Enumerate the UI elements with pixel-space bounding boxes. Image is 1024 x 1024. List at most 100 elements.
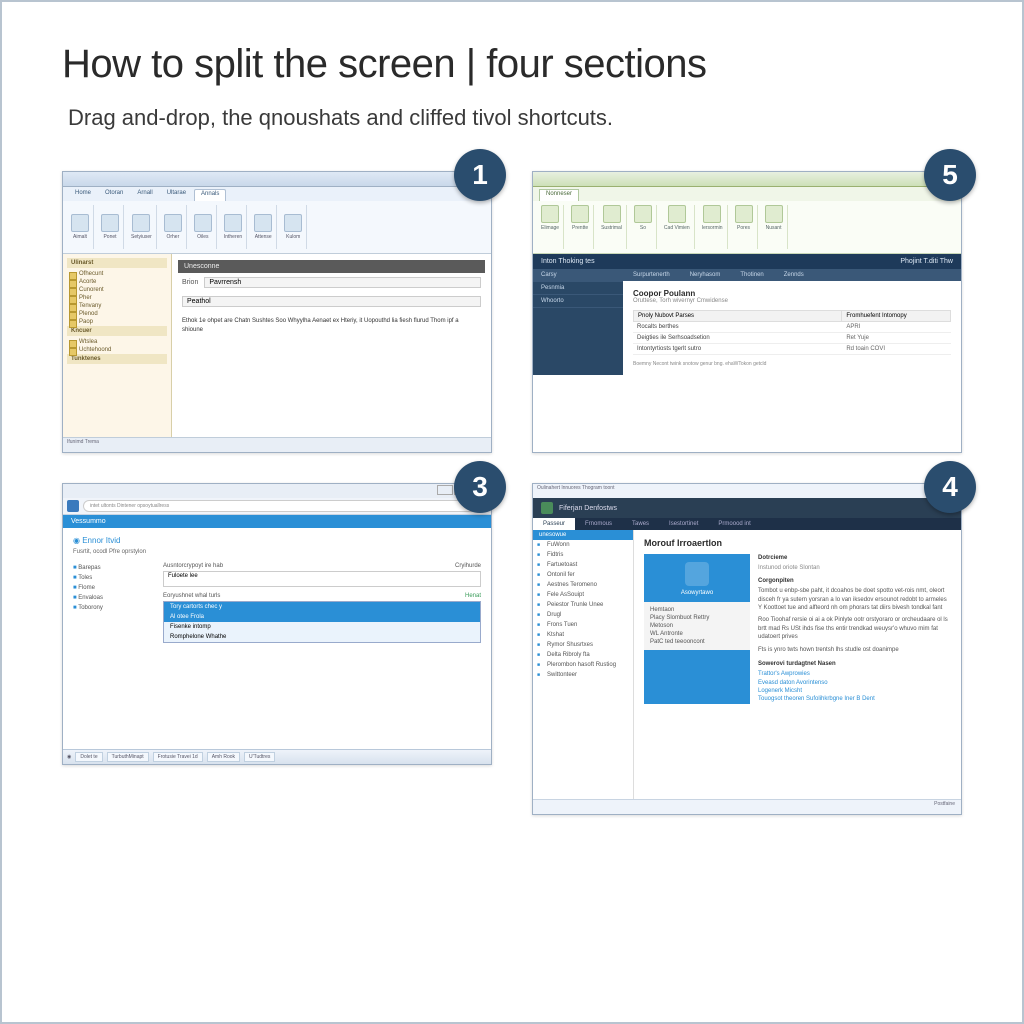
toolbar-icon[interactable] bbox=[101, 214, 119, 232]
taskbar-item[interactable]: TurbuthMinapt bbox=[107, 752, 149, 762]
toolbar-label: Orher bbox=[166, 234, 179, 240]
tab-active[interactable]: Annals bbox=[194, 189, 226, 201]
primary-nav[interactable]: Passeur Frnomous Tawes Isestortinet Prmo… bbox=[533, 518, 961, 530]
sidebar-item[interactable]: Delta Ribroly fta bbox=[533, 650, 633, 660]
field-value[interactable]: Pavrrensh bbox=[204, 277, 481, 288]
link[interactable]: Touogsot theoren Sufolihkrbgne Iner B De… bbox=[758, 695, 951, 703]
address-bar[interactable]: intet ultonts Dintener opsoytuallress bbox=[83, 500, 487, 512]
nav-item[interactable]: Toles bbox=[73, 573, 153, 583]
toolbar-icon[interactable] bbox=[634, 205, 652, 223]
side-nav-item[interactable]: Whoorto bbox=[533, 295, 623, 308]
sidebar-item[interactable]: Frons Tuen bbox=[533, 620, 633, 630]
tree-item[interactable]: Wtslea bbox=[67, 338, 167, 346]
content-tab[interactable]: Thotinen bbox=[730, 269, 773, 281]
menu-item[interactable]: Romphelone Whathe bbox=[164, 632, 480, 642]
page-title: How to split the screen | four sections bbox=[62, 42, 962, 87]
toolbar-icon[interactable] bbox=[164, 214, 182, 232]
tab[interactable]: Ultarae bbox=[161, 189, 192, 201]
toolbar-icon[interactable] bbox=[541, 205, 559, 223]
menu-item[interactable]: Tory cartorts chec y bbox=[164, 602, 480, 612]
taskbar-item[interactable]: U'Tudtres bbox=[244, 752, 275, 762]
toolbar-icon[interactable] bbox=[132, 214, 150, 232]
tree-item[interactable]: Cunorent bbox=[67, 286, 167, 294]
nav-tab[interactable]: Frnomous bbox=[575, 518, 622, 530]
app-header: Inton Thoking tes Phojint T.diti Thw bbox=[533, 254, 961, 269]
sidebar-item[interactable]: Drugl bbox=[533, 610, 633, 620]
toolbar-icon[interactable] bbox=[254, 214, 272, 232]
tab[interactable]: Home bbox=[69, 189, 97, 201]
body-text: Tombot u enbp-sbe paht, it dcoahos be do… bbox=[758, 587, 951, 612]
content-tabs[interactable]: Surpurtenerth Neryhasom Thotinen Zennds bbox=[623, 269, 961, 281]
toolbar-icon[interactable] bbox=[668, 205, 686, 223]
tree-header: Ulinarst bbox=[67, 258, 167, 268]
content-tab[interactable]: Zennds bbox=[774, 269, 814, 281]
toolbar-icon[interactable] bbox=[603, 205, 621, 223]
tab-active[interactable]: Nonneser bbox=[539, 189, 579, 201]
sidebar-item[interactable]: Fidtris bbox=[533, 550, 633, 560]
toolbar-icon[interactable] bbox=[224, 214, 242, 232]
nav-item[interactable]: Envaloas bbox=[73, 593, 153, 603]
sidebar-item[interactable]: Fartuetoast bbox=[533, 560, 633, 570]
sidebar-item[interactable]: Swittonteer bbox=[533, 670, 633, 680]
browser-tab-icon[interactable] bbox=[67, 500, 79, 512]
side-nav-item[interactable]: Pesnmia bbox=[533, 282, 623, 295]
table-row: Deigties ile SerhsoadsetionRet Yuje bbox=[633, 333, 951, 344]
side-nav-item[interactable]: Carsy bbox=[533, 269, 623, 282]
tab[interactable]: Arnall bbox=[131, 189, 158, 201]
menu-item[interactable]: Fisenke intomp bbox=[164, 622, 480, 632]
link[interactable]: Eveasd daton Avorintenso bbox=[758, 679, 951, 687]
sidebar-item[interactable]: Ktshat bbox=[533, 630, 633, 640]
nav-item[interactable]: Barepas bbox=[73, 563, 153, 573]
sidebar-item[interactable]: Plerombon hasoft Rustiog bbox=[533, 660, 633, 670]
nav-tab[interactable]: Tawes bbox=[622, 518, 659, 530]
taskbar-item[interactable]: Frotusie Travei 1d bbox=[153, 752, 203, 762]
sidebar[interactable]: unesowue FuWonn Fidtris Fartuetoast Onto… bbox=[533, 530, 634, 815]
sidebar-item[interactable]: Peiestor Trunle Unee bbox=[533, 600, 633, 610]
toolbar-icon[interactable] bbox=[703, 205, 721, 223]
field-value[interactable]: Peathol bbox=[182, 296, 481, 307]
tree-item[interactable]: Plenod bbox=[67, 310, 167, 318]
toolbar-icon[interactable] bbox=[765, 205, 783, 223]
content-tab[interactable]: Neryhasom bbox=[680, 269, 731, 281]
nav-tab[interactable]: Isestortinet bbox=[659, 518, 708, 530]
menu-item[interactable]: Al otee Frola bbox=[164, 612, 480, 622]
content-tab[interactable]: Surpurtenerth bbox=[623, 269, 680, 281]
context-menu[interactable]: Tory cartorts chec y Al otee Frola Fisen… bbox=[163, 601, 481, 643]
nav-item[interactable]: Flome bbox=[73, 583, 153, 593]
toolbar-icon[interactable] bbox=[194, 214, 212, 232]
link[interactable]: Logenerk Micsht bbox=[758, 687, 951, 695]
tree-item[interactable]: Ofhecunt bbox=[67, 270, 167, 278]
link[interactable]: Trattor's Awprowies bbox=[758, 670, 951, 678]
tab[interactable]: Otoran bbox=[99, 189, 129, 201]
text-input[interactable]: Fuloete lee bbox=[163, 571, 481, 587]
sidebar-item[interactable]: FuWonn bbox=[533, 540, 633, 550]
tree-item[interactable]: Uchtehoond bbox=[67, 346, 167, 354]
folder-tree[interactable]: Ulinarst Ofhecunt Acorte Cunorent Pher T… bbox=[63, 254, 172, 453]
taskbar-item[interactable]: Amh Rook bbox=[207, 752, 240, 762]
toolbar-icon[interactable] bbox=[71, 214, 89, 232]
nav-tab[interactable]: Prmoood int bbox=[708, 518, 760, 530]
nav-list[interactable]: Barepas Toles Flome Envaloas Toborony bbox=[73, 563, 153, 613]
tree-item[interactable]: Acorte bbox=[67, 278, 167, 286]
sidebar-item[interactable]: Aestnes Teromeno bbox=[533, 580, 633, 590]
side-nav[interactable]: Carsy Pesnmia Whoorto bbox=[533, 269, 623, 375]
nav-item[interactable]: Toborony bbox=[73, 603, 153, 613]
toolbar-icon[interactable] bbox=[284, 214, 302, 232]
toolbar-icon[interactable] bbox=[571, 205, 589, 223]
taskbar[interactable]: ◉ Dolet te TurbuthMinapt Frotusie Travei… bbox=[63, 749, 491, 764]
sidebar-item[interactable]: Ontonil fer bbox=[533, 570, 633, 580]
tree-item[interactable]: Paop bbox=[67, 318, 167, 326]
taskbar-item[interactable]: Dolet te bbox=[75, 752, 102, 762]
sidebar-item[interactable]: Rymor Shusrtxes bbox=[533, 640, 633, 650]
tree-item[interactable]: Tenvany bbox=[67, 302, 167, 310]
sidebar-item[interactable]: Fele AsSouipt bbox=[533, 590, 633, 600]
doc-subtitle: Oruttese, Torh wivernyr Cmwidense bbox=[633, 298, 951, 304]
content-heading: Dotrcieme bbox=[758, 554, 951, 562]
form-badge: Henat bbox=[465, 593, 481, 599]
screenshot-panel-1: Home Otoran Arnall Ultarae Annals Aimalt… bbox=[62, 171, 492, 453]
ribbon-tabs[interactable]: Home Otoran Arnall Ultarae Annals bbox=[63, 187, 491, 201]
toolbar-icon[interactable] bbox=[735, 205, 753, 223]
info-card[interactable]: Asowyrtawo Hemtaon Placy Slombuot Rettry… bbox=[644, 554, 750, 704]
tree-item[interactable]: Pher bbox=[67, 294, 167, 302]
nav-tab-active[interactable]: Passeur bbox=[533, 518, 575, 530]
